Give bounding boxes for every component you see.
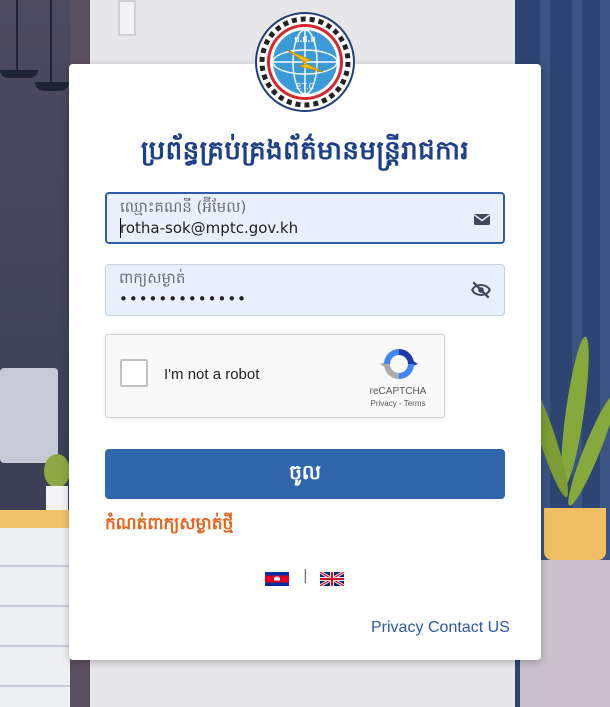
recaptcha-label: I'm not a robot bbox=[164, 366, 260, 383]
eye-slash-icon[interactable] bbox=[470, 280, 492, 300]
recaptcha-link-separator: - bbox=[398, 399, 402, 408]
language-separator: | bbox=[303, 568, 308, 584]
recaptcha-links: Privacy - Terms bbox=[358, 399, 438, 408]
logo-khmer-text: ប.ផ.ត bbox=[294, 35, 315, 44]
envelope-icon bbox=[474, 214, 490, 225]
pendant-lamp bbox=[0, 70, 38, 78]
logo-latin-text: P.T.C bbox=[296, 82, 315, 91]
password-field-label: ពាក្យសម្ងាត់ bbox=[119, 269, 186, 287]
plant-pot-illustration bbox=[544, 508, 606, 560]
footer-privacy-link[interactable]: Privacy bbox=[371, 619, 423, 637]
recaptcha-terms-link[interactable]: Terms bbox=[404, 399, 426, 408]
uk-flag-icon[interactable] bbox=[320, 572, 344, 586]
login-card: ប្រព័ន្ធគ្រប់គ្រងព័ត៌មានមន្ត្រីរាជការ ឈ្… bbox=[69, 64, 541, 660]
recaptcha-brand: reCAPTCHA bbox=[369, 386, 427, 397]
footer-contact-link[interactable]: Contact US bbox=[428, 619, 510, 637]
recaptcha-privacy-link[interactable]: Privacy bbox=[371, 399, 397, 408]
recaptcha-checkbox[interactable] bbox=[120, 359, 148, 387]
monitor-illustration bbox=[0, 368, 58, 463]
reset-password-link[interactable]: កំណត់ពាក្យសម្ងាត់ថ្មី bbox=[105, 513, 233, 538]
page-title: ប្រព័ន្ធគ្រប់គ្រងព័ត៌មានមន្ត្រីរាជការ bbox=[140, 136, 470, 166]
email-field-label: ឈ្មោះគណនី (អ៊ីមែល) bbox=[120, 198, 247, 216]
recaptcha-logo-icon bbox=[380, 349, 418, 379]
khmer-flag-icon[interactable] bbox=[265, 572, 289, 586]
ptc-logo: ប.ផ.ត P.T.C bbox=[257, 14, 353, 110]
pendant-lamp bbox=[35, 82, 69, 91]
login-button[interactable]: ចូល bbox=[105, 449, 505, 499]
recaptcha-widget: I'm not a robot reCAPTCHA Privacy - Term… bbox=[105, 334, 445, 418]
password-input[interactable]: ••••••••••••• bbox=[119, 290, 459, 308]
password-field[interactable]: ពាក្យសម្ងាត់ ••••••••••••• bbox=[105, 264, 505, 316]
email-input[interactable] bbox=[120, 219, 460, 237]
email-field[interactable]: ឈ្មោះគណនី (អ៊ីមែល) bbox=[105, 192, 505, 244]
